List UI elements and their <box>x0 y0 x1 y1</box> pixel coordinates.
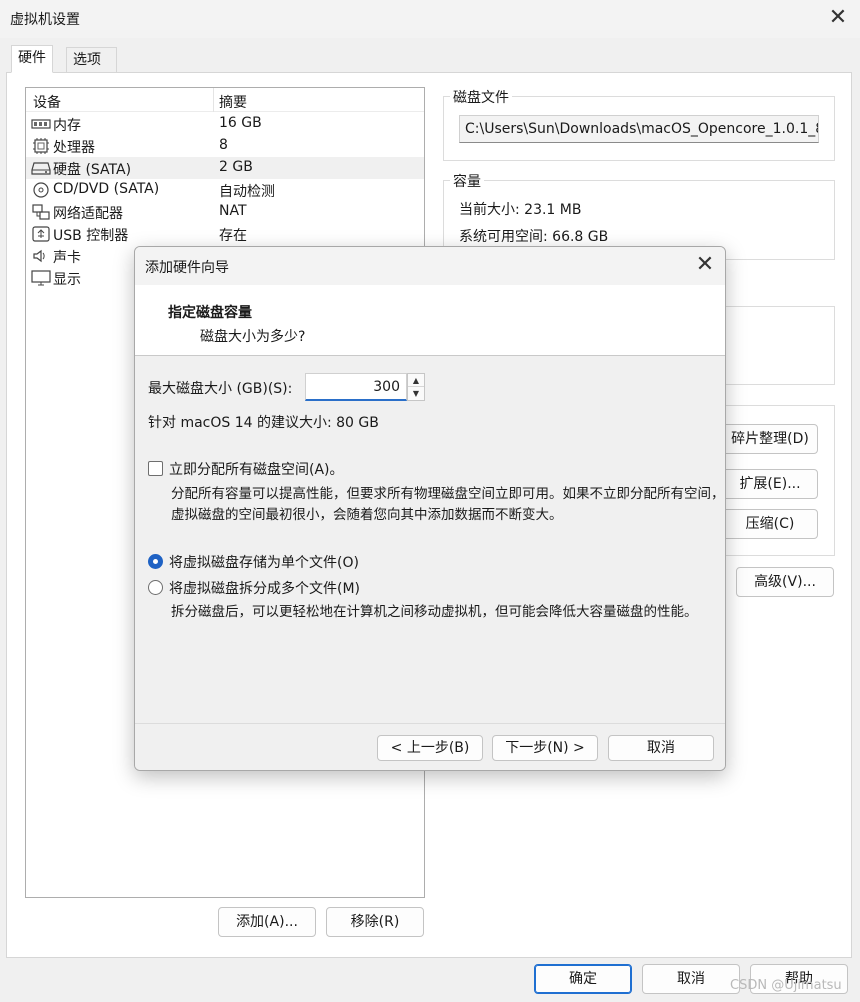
wizard-cancel-button[interactable]: 取消 <box>608 735 714 761</box>
allocate-all-checkbox[interactable] <box>148 461 163 476</box>
split-files-radio[interactable] <box>148 580 163 595</box>
speaker-icon <box>31 248 51 264</box>
tab-strip <box>0 38 860 72</box>
cd-dvd-icon <box>31 182 51 198</box>
title-bar <box>0 0 860 38</box>
add-hardware-button[interactable]: 添加(A)... <box>218 907 316 937</box>
device-summary: 存在 <box>219 228 247 244</box>
device-name: 显示 <box>53 272 81 288</box>
device-name: 网络适配器 <box>53 206 123 222</box>
device-name: 硬盘 (SATA) <box>53 162 132 178</box>
wizard-subheading: 磁盘大小为多少? <box>200 329 306 345</box>
capacity-label: 容量 <box>450 171 484 191</box>
single-file-label[interactable]: 将虚拟磁盘存储为单个文件(O) <box>169 552 359 572</box>
column-header-device[interactable]: 设备 <box>33 92 61 112</box>
split-files-description: 拆分磁盘后，可以更轻松地在计算机之间移动虚拟机，但可能会降低大容量磁盘的性能。 <box>171 604 698 620</box>
cpu-icon <box>31 138 51 154</box>
close-icon[interactable]: ✕ <box>826 6 850 30</box>
tab-options[interactable]: 选项 <box>66 47 117 73</box>
stepper-down-icon[interactable]: ▼ <box>408 387 424 400</box>
column-header-summary[interactable]: 摘要 <box>219 92 247 112</box>
defragment-button[interactable]: 碎片整理(D) <box>722 424 818 454</box>
expand-button[interactable]: 扩展(E)... <box>722 469 818 499</box>
wizard-close-icon[interactable]: ✕ <box>693 253 717 277</box>
window-title: 虚拟机设置 <box>10 12 80 28</box>
usb-icon <box>31 226 51 242</box>
disk-file-label: 磁盘文件 <box>450 87 512 107</box>
device-row-cd-dvd[interactable]: CD/DVD (SATA) 自动检测 <box>26 179 424 201</box>
next-button[interactable]: 下一步(N) > <box>492 735 598 761</box>
advanced-button[interactable]: 高级(V)... <box>736 567 834 597</box>
stepper-up-icon[interactable]: ▲ <box>408 374 424 387</box>
single-file-radio[interactable] <box>148 554 163 569</box>
device-summary: NAT <box>219 203 247 219</box>
ok-button[interactable]: 确定 <box>534 964 632 994</box>
split-files-label[interactable]: 将虚拟磁盘拆分成多个文件(M) <box>169 578 360 598</box>
device-summary: 自动检测 <box>219 184 275 200</box>
device-summary: 8 <box>219 137 228 153</box>
remove-hardware-button[interactable]: 移除(R) <box>326 907 424 937</box>
device-row-hard-disk[interactable]: 硬盘 (SATA) 2 GB <box>26 157 424 179</box>
cancel-button[interactable]: 取消 <box>642 964 740 994</box>
tab-hardware[interactable]: 硬件 <box>11 45 53 73</box>
device-name: 处理器 <box>53 140 95 156</box>
device-row-memory[interactable]: 内存 16 GB <box>26 113 424 135</box>
recommended-size: 针对 macOS 14 的建议大小: 80 GB <box>148 415 379 431</box>
disk-file-path[interactable]: C:\Users\Sun\Downloads\macOS_Opencore_1.… <box>459 115 819 143</box>
device-name: CD/DVD (SATA) <box>53 181 160 197</box>
device-summary: 16 GB <box>219 115 262 131</box>
device-name: 内存 <box>53 118 81 134</box>
wizard-title: 添加硬件向导 <box>145 260 229 276</box>
add-hardware-wizard: 添加硬件向导 ✕ 指定磁盘容量 磁盘大小为多少? 最大磁盘大小 (GB)(S):… <box>134 246 726 771</box>
device-row-network-adapter[interactable]: 网络适配器 NAT <box>26 201 424 223</box>
allocate-all-description: 分配所有容量可以提高性能，但要求所有物理磁盘空间立即可用。如果不立即分配所有空间… <box>171 486 725 523</box>
network-adapter-icon <box>31 204 51 220</box>
device-row-processor[interactable]: 处理器 8 <box>26 135 424 157</box>
max-disk-size-input[interactable]: 300 <box>305 373 407 401</box>
watermark: CSDN @Ujimatsu <box>730 978 842 993</box>
device-row-usb-controller[interactable]: USB 控制器 存在 <box>26 223 424 245</box>
allocate-all-label[interactable]: 立即分配所有磁盘空间(A)。 <box>169 459 344 479</box>
device-name: 声卡 <box>53 250 81 266</box>
wizard-header: 指定磁盘容量 磁盘大小为多少? <box>135 285 725 356</box>
device-name: USB 控制器 <box>53 228 129 244</box>
back-button[interactable]: < 上一步(B) <box>377 735 483 761</box>
hard-disk-icon <box>31 160 51 176</box>
memory-icon <box>31 116 51 132</box>
current-size: 当前大小: 23.1 MB <box>459 202 582 218</box>
device-summary: 2 GB <box>219 159 253 175</box>
system-free-space: 系统可用空间: 66.8 GB <box>459 229 609 245</box>
compact-button[interactable]: 压缩(C) <box>722 509 818 539</box>
display-icon <box>31 270 51 286</box>
device-list-header: 设备 摘要 <box>26 88 424 112</box>
wizard-heading: 指定磁盘容量 <box>168 305 252 321</box>
disk-size-stepper[interactable]: ▲ ▼ <box>407 373 425 401</box>
max-disk-size-label: 最大磁盘大小 (GB)(S): <box>148 381 293 397</box>
